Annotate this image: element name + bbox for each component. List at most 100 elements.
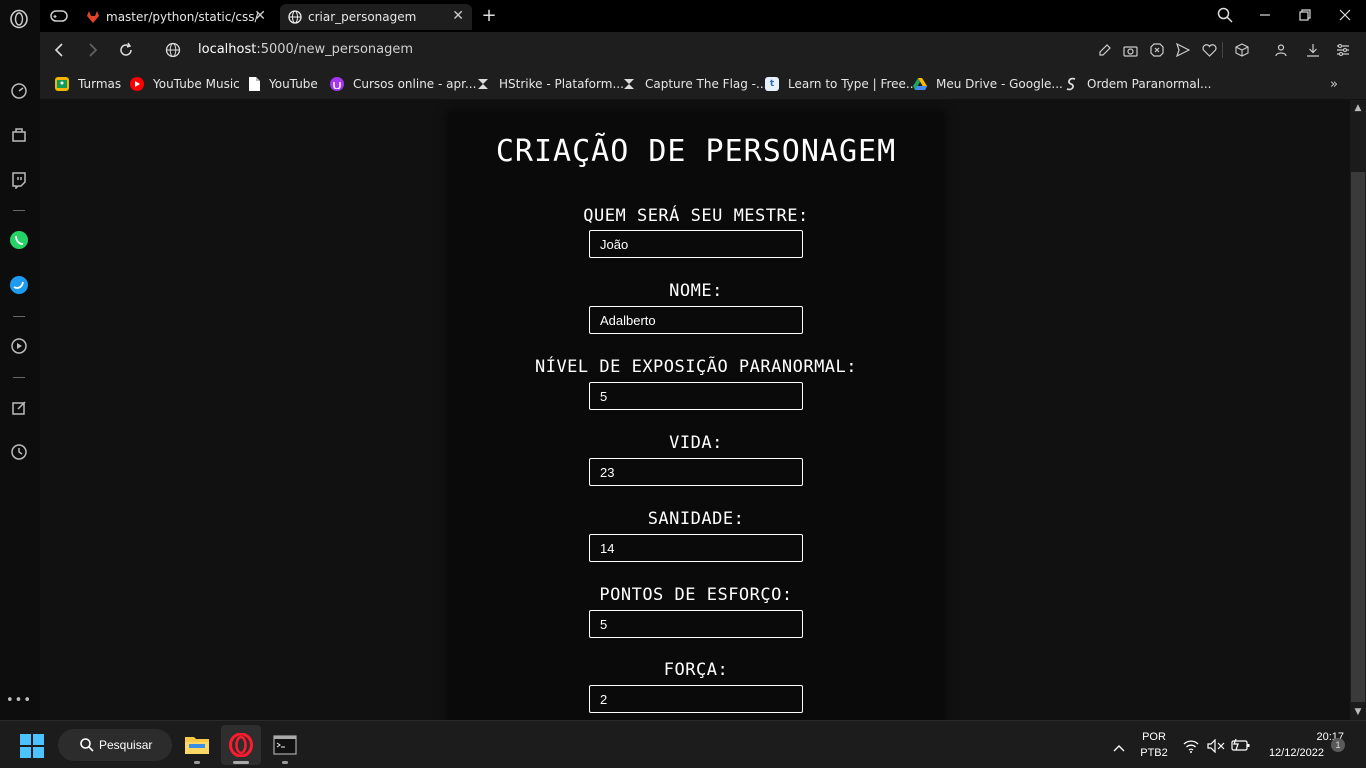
back-icon[interactable] bbox=[48, 40, 70, 60]
taskbar-search[interactable]: Pesquisar bbox=[58, 729, 172, 761]
nex-input[interactable] bbox=[589, 382, 803, 410]
player-icon[interactable] bbox=[8, 335, 30, 357]
page-icon bbox=[248, 77, 260, 91]
url-host: localhost bbox=[198, 42, 257, 57]
forca-input[interactable] bbox=[589, 685, 803, 713]
pontos-esforco-input[interactable] bbox=[589, 610, 803, 638]
bookmark-youtube-music[interactable]: YouTube Music bbox=[130, 76, 240, 92]
notification-badge[interactable]: 1 bbox=[1331, 738, 1345, 752]
url-path: :5000/new_personagem bbox=[256, 42, 414, 57]
nome-input[interactable] bbox=[589, 306, 803, 334]
field-label-vida: VIDA: bbox=[669, 433, 723, 453]
tab-label: master/python/static/css/u bbox=[106, 10, 258, 24]
toolbar-divider bbox=[1222, 42, 1223, 58]
active-indicator bbox=[233, 761, 249, 764]
bookmark-label: Capture The Flag -... bbox=[645, 77, 768, 91]
site-info-globe-icon[interactable] bbox=[162, 40, 184, 60]
snapshot-camera-icon[interactable] bbox=[1121, 41, 1139, 59]
more-bookmarks-icon[interactable]: » bbox=[1330, 76, 1338, 92]
forward-icon[interactable] bbox=[82, 40, 104, 60]
running-indicator bbox=[194, 761, 200, 764]
windows-taskbar: Pesquisar POR PTB2 20:17 12/12/2022 1 bbox=[0, 720, 1366, 768]
history-icon[interactable] bbox=[8, 441, 30, 463]
twitter-icon[interactable] bbox=[8, 274, 30, 296]
workspace-icon[interactable] bbox=[8, 124, 30, 146]
tab-gitlab[interactable]: master/python/static/css/u ✕ bbox=[78, 4, 274, 30]
bookmark-hstrike[interactable]: HStrike - Plataform... bbox=[476, 76, 624, 92]
opera-app[interactable] bbox=[221, 725, 261, 765]
tab-criar-personagem[interactable]: criar_personagem ✕ bbox=[280, 4, 472, 30]
bookmark-turmas[interactable]: Turmas bbox=[55, 76, 121, 92]
new-tab-icon[interactable]: + bbox=[477, 5, 501, 26]
heart-bookmark-icon[interactable] bbox=[1200, 41, 1218, 59]
edit-page-icon[interactable] bbox=[1096, 41, 1114, 59]
wifi-icon[interactable] bbox=[1183, 738, 1199, 757]
field-label-pontos-esforco: PONTOS DE ESFORÇO: bbox=[599, 585, 793, 605]
file-explorer-app[interactable] bbox=[177, 725, 217, 765]
terminal-app[interactable] bbox=[265, 725, 305, 765]
bookmark-youtube[interactable]: YouTube bbox=[248, 76, 318, 92]
close-tab-icon[interactable]: ✕ bbox=[452, 8, 464, 24]
scroll-up-arrow-icon[interactable]: ▲ bbox=[1350, 100, 1366, 116]
mestre-input[interactable] bbox=[589, 230, 803, 258]
bookmark-label: Turmas bbox=[78, 77, 122, 91]
adblock-icon[interactable] bbox=[1148, 41, 1166, 59]
browser-sidebar: ••• bbox=[0, 0, 40, 720]
running-indicator bbox=[282, 761, 288, 764]
vida-input[interactable] bbox=[589, 458, 803, 486]
bookmark-label: Ordem Paranormal... bbox=[1087, 77, 1212, 91]
opera-icon bbox=[229, 733, 253, 757]
extensions-cube-icon[interactable] bbox=[1233, 41, 1251, 59]
battery-charging-icon[interactable] bbox=[1231, 737, 1251, 756]
page-scrollbar[interactable]: ▲ ▼ bbox=[1350, 100, 1366, 720]
whatsapp-icon[interactable] bbox=[8, 229, 30, 251]
gamepad-icon[interactable] bbox=[50, 8, 68, 27]
url-field[interactable]: localhost:5000/new_personagem bbox=[198, 42, 413, 57]
bookmark-udemy[interactable]: Cursos online - apr... bbox=[330, 76, 476, 92]
close-window-icon[interactable] bbox=[1333, 5, 1357, 25]
bookmark-ordem-paranormal[interactable]: Ordem Paranormal... bbox=[1064, 76, 1212, 92]
speed-dial-icon[interactable] bbox=[8, 80, 30, 102]
sanidade-input[interactable] bbox=[589, 534, 803, 562]
clock-date[interactable]: 12/12/2022 bbox=[1258, 747, 1324, 759]
udemy-icon bbox=[330, 77, 344, 91]
ordem-icon bbox=[1064, 77, 1078, 91]
opera-logo-icon[interactable] bbox=[8, 8, 30, 30]
bookmark-capture-the-flag[interactable]: Capture The Flag -... bbox=[622, 76, 767, 92]
twitch-icon[interactable] bbox=[8, 169, 30, 191]
send-icon[interactable] bbox=[1174, 41, 1192, 59]
show-hidden-icons-chevron-icon[interactable] bbox=[1112, 738, 1126, 757]
gitlab-icon bbox=[86, 10, 100, 24]
tab-strip: master/python/static/css/u ✕ criar_perso… bbox=[40, 0, 1366, 32]
hstrike-icon bbox=[476, 77, 490, 91]
windows-start-icon[interactable] bbox=[20, 734, 44, 762]
sidebar-separator bbox=[13, 316, 25, 317]
scroll-down-arrow-icon[interactable]: ▼ bbox=[1350, 704, 1366, 720]
reload-icon[interactable] bbox=[115, 40, 137, 60]
classroom-icon bbox=[55, 77, 69, 91]
volume-muted-icon[interactable] bbox=[1207, 738, 1225, 757]
bookmark-label: Meu Drive - Google... bbox=[936, 77, 1063, 91]
downloads-icon[interactable] bbox=[1304, 41, 1322, 59]
bookmark-label: Cursos online - apr... bbox=[353, 77, 477, 91]
restore-icon[interactable] bbox=[1293, 5, 1317, 25]
typing-icon: t bbox=[765, 77, 779, 91]
scrollbar-thumb[interactable] bbox=[1351, 172, 1365, 702]
keyboard-layout[interactable]: PTB2 bbox=[1138, 747, 1170, 759]
more-options-icon[interactable]: ••• bbox=[6, 689, 31, 711]
pinboard-icon[interactable] bbox=[8, 397, 30, 419]
search-tabs-icon[interactable] bbox=[1213, 5, 1237, 25]
bookmark-meu-drive[interactable]: Meu Drive - Google... bbox=[913, 76, 1063, 92]
close-tab-icon[interactable]: ✕ bbox=[254, 8, 266, 24]
page-viewport: CRIAÇÃO DE PERSONAGEM QUEM SERÁ SEU MEST… bbox=[40, 100, 1350, 720]
input-language[interactable]: POR bbox=[1138, 731, 1170, 743]
minimize-icon[interactable] bbox=[1253, 5, 1277, 25]
address-bar-row: localhost:5000/new_personagem bbox=[40, 32, 1366, 68]
field-label-nome: NOME: bbox=[669, 281, 723, 301]
google-drive-icon bbox=[913, 77, 927, 91]
search-icon bbox=[80, 738, 94, 752]
field-label-forca: FORÇA: bbox=[663, 660, 729, 680]
easy-setup-icon[interactable] bbox=[1334, 41, 1352, 59]
profile-icon[interactable] bbox=[1272, 41, 1290, 59]
bookmark-learn-to-type[interactable]: t Learn to Type | Free... bbox=[765, 76, 917, 92]
